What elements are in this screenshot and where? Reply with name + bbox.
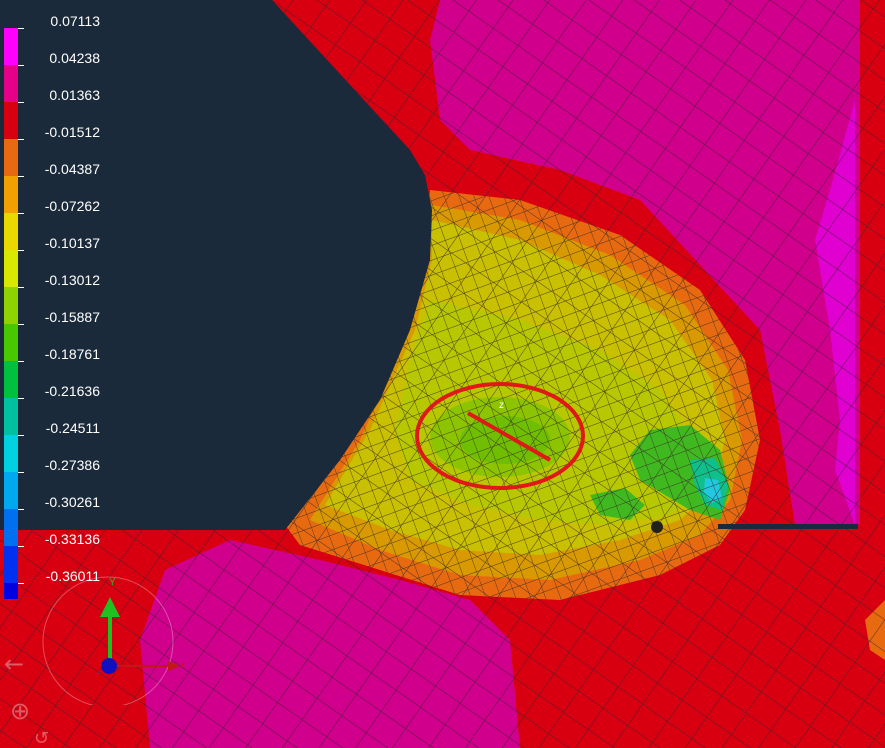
legend-swatch bbox=[4, 509, 18, 546]
legend-swatch bbox=[4, 398, 18, 435]
zoom-plus-icon[interactable]: ⊕ bbox=[10, 697, 30, 725]
legend-swatch bbox=[4, 139, 18, 176]
legend-label: -0.07262 bbox=[44, 198, 100, 214]
legend-label: 0.07113 bbox=[50, 13, 100, 29]
legend-swatch bbox=[4, 65, 18, 102]
legend-swatch bbox=[4, 213, 18, 250]
legend-label: -0.01512 bbox=[44, 124, 100, 140]
legend-swatch bbox=[4, 361, 18, 398]
legend-label: -0.18761 bbox=[44, 346, 100, 362]
legend-swatch bbox=[4, 28, 18, 65]
legend-label: -0.24511 bbox=[45, 420, 100, 436]
legend-swatch bbox=[4, 546, 18, 583]
arrow-left-icon[interactable]: ← bbox=[4, 650, 24, 678]
legend-swatch bbox=[4, 102, 18, 139]
legend-label: 0.04238 bbox=[49, 50, 100, 66]
legend-swatch bbox=[4, 324, 18, 361]
x-axis-label: x bbox=[180, 660, 185, 671]
legend-label: -0.10137 bbox=[44, 235, 100, 251]
legend-swatch bbox=[4, 250, 18, 287]
legend-swatch bbox=[4, 176, 18, 213]
legend-swatch bbox=[4, 472, 18, 509]
legend-label: -0.15887 bbox=[44, 309, 100, 325]
y-axis-label: Y bbox=[109, 577, 116, 588]
rotate-icon[interactable]: ↺ bbox=[34, 728, 49, 748]
legend-label: -0.04387 bbox=[44, 161, 100, 177]
legend-label: -0.33136 bbox=[44, 531, 100, 547]
legend-swatch bbox=[4, 583, 18, 599]
fea-viewport[interactable]: z 0.07113 0.04238 0.01363 -0.01512 -0.04387 -… bbox=[0, 0, 885, 748]
legend-swatch bbox=[4, 287, 18, 324]
legend-label: 0.01363 bbox=[49, 87, 100, 103]
contour-legend: 0.07113 0.04238 0.01363 -0.01512 -0.04387 -0.… bbox=[0, 8, 110, 599]
legend-label: -0.27386 bbox=[44, 457, 100, 473]
legend-label: -0.30261 bbox=[44, 494, 100, 510]
crack-slot bbox=[718, 524, 858, 529]
legend-swatch bbox=[4, 435, 18, 472]
y-axis-arrowhead bbox=[100, 597, 120, 617]
x-axis-arrowhead bbox=[168, 661, 180, 671]
annotation-z-label: z bbox=[499, 400, 504, 411]
legend-label: -0.21636 bbox=[44, 383, 100, 399]
axis-triad[interactable]: Y x bbox=[40, 575, 185, 705]
z-axis-dot bbox=[101, 658, 117, 674]
crack-tip-node[interactable] bbox=[651, 521, 663, 533]
legend-label: -0.13012 bbox=[44, 272, 100, 288]
